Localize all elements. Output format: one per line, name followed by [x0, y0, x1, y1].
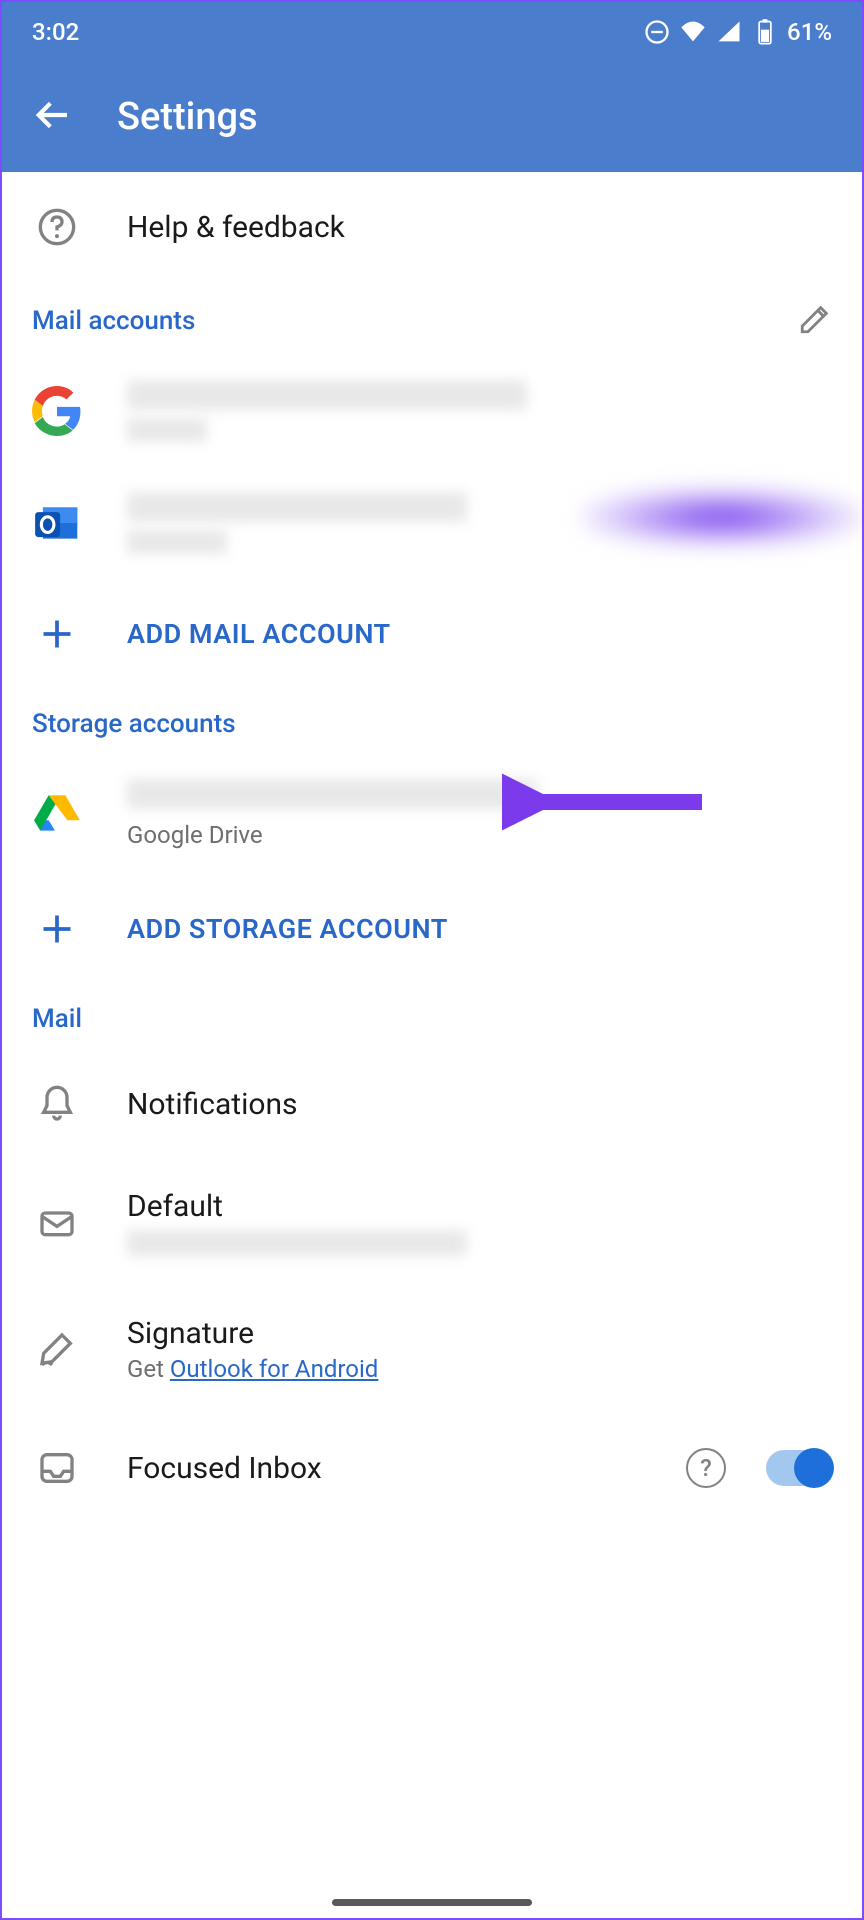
outlook-icon [32, 498, 82, 548]
notifications-label: Notifications [127, 1087, 832, 1122]
plus-icon [32, 904, 82, 954]
google-account-row[interactable] [2, 355, 862, 467]
app-header: Settings [2, 62, 862, 172]
arrow-left-icon [32, 95, 72, 135]
outlook-account-row[interactable] [2, 467, 862, 579]
notifications-row[interactable]: Notifications [2, 1049, 862, 1159]
add-storage-account-button[interactable]: ADD STORAGE ACCOUNT [2, 874, 862, 984]
status-bar: 3:02 61% [2, 2, 862, 62]
help-icon [32, 202, 82, 252]
mail-accounts-title: Mail accounts [32, 306, 195, 336]
page-title: Settings [117, 95, 258, 139]
status-time: 3:02 [32, 18, 79, 46]
google-icon [32, 386, 82, 436]
outlook-account-text [127, 492, 832, 554]
add-storage-label: ADD STORAGE ACCOUNT [127, 913, 448, 945]
mail-icon [32, 1198, 82, 1248]
gdrive-sublabel: Google Drive [127, 821, 832, 849]
signature-row[interactable]: Signature Get Outlook for Android [2, 1286, 862, 1413]
signature-label: Signature [127, 1316, 832, 1351]
focused-label: Focused Inbox [127, 1451, 322, 1486]
bell-icon [32, 1079, 82, 1129]
google-account-text [127, 380, 832, 442]
pencil-icon [798, 302, 832, 336]
wifi-icon [679, 18, 707, 46]
focused-toggle[interactable] [766, 1450, 832, 1486]
edit-accounts-button[interactable] [798, 302, 832, 340]
mail-section-header: Mail [2, 984, 862, 1049]
signal-icon [715, 18, 743, 46]
focused-inbox-row[interactable]: Focused Inbox ? [2, 1413, 862, 1523]
settings-content: Help & feedback Mail accounts ADD MAIL A… [2, 172, 862, 1918]
help-feedback-row[interactable]: Help & feedback [2, 172, 862, 282]
signature-icon [32, 1325, 82, 1375]
default-row[interactable]: Default [2, 1159, 862, 1286]
help-label: Help & feedback [127, 210, 832, 245]
back-button[interactable] [32, 95, 72, 139]
mail-accounts-header: Mail accounts [2, 282, 862, 355]
outlook-android-link[interactable]: Outlook for Android [170, 1355, 378, 1383]
battery-icon [751, 18, 779, 46]
gdrive-email-redacted [127, 779, 537, 809]
signature-sublabel: Get Outlook for Android [127, 1355, 832, 1383]
do-not-disturb-icon [643, 18, 671, 46]
plus-icon [32, 609, 82, 659]
inbox-icon [32, 1443, 82, 1493]
status-icons: 61% [643, 18, 832, 46]
google-drive-icon [32, 789, 82, 839]
storage-accounts-title: Storage accounts [32, 709, 236, 739]
default-value-redacted [127, 1230, 467, 1256]
focused-help-button[interactable]: ? [686, 1448, 726, 1488]
add-mail-account-button[interactable]: ADD MAIL ACCOUNT [2, 579, 862, 689]
gdrive-account-row[interactable]: Google Drive [2, 754, 862, 874]
default-label: Default [127, 1189, 832, 1224]
storage-accounts-header: Storage accounts [2, 689, 862, 754]
battery-percent: 61% [787, 18, 832, 46]
add-mail-label: ADD MAIL ACCOUNT [127, 618, 391, 650]
mail-section-title: Mail [32, 1004, 82, 1034]
nav-indicator [332, 1899, 532, 1906]
